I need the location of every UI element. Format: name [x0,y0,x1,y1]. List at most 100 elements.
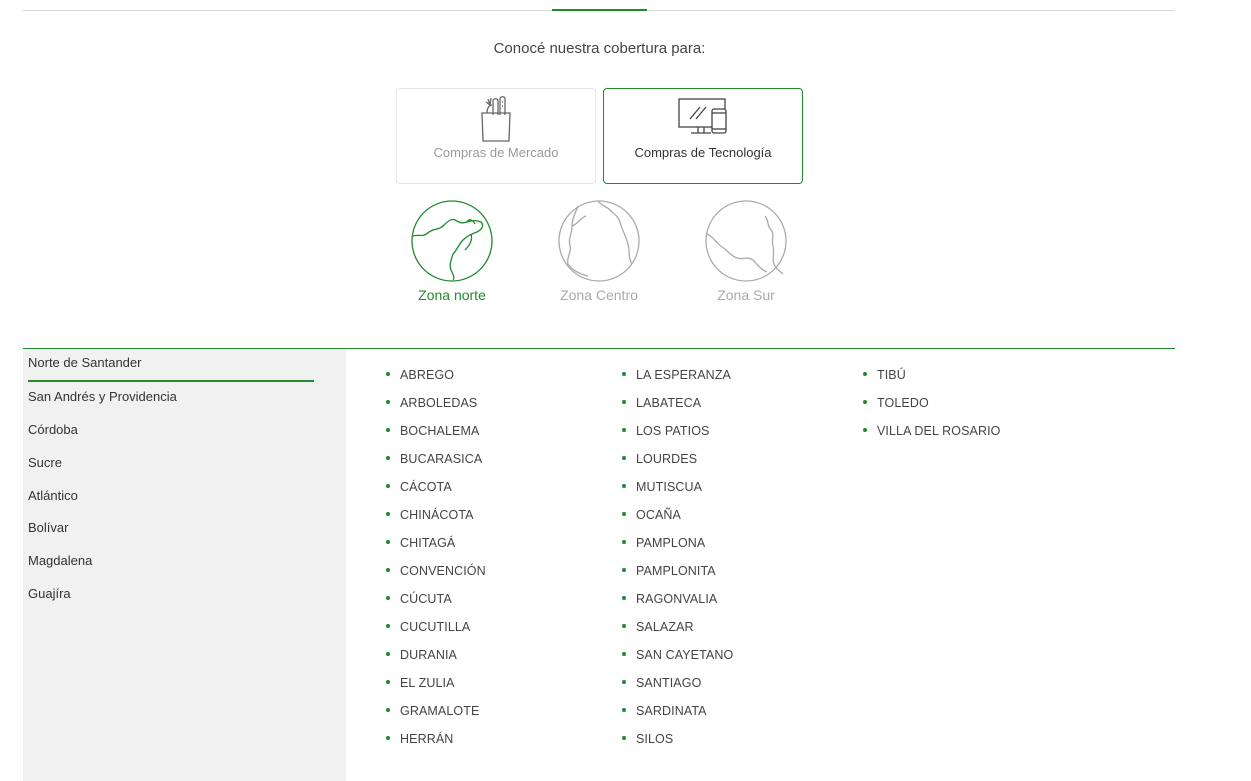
bullet-icon [386,651,390,656]
bullet-icon [622,679,626,684]
municipality-item: LOURDES [622,452,697,466]
zone-center[interactable]: Zona Centro [539,200,659,303]
bullet-icon [386,595,390,600]
zone-label: Zona norte [418,287,486,303]
municipality-name: TIBÚ [877,368,906,382]
municipality-item: RAGONVALIA [622,592,717,606]
municipality-item: VILLA DEL ROSARIO [863,424,1001,438]
municipality-name: BOCHALEMA [400,424,480,438]
department-item-sucre[interactable]: Sucre [28,449,314,482]
bullet-icon [386,399,390,404]
bullet-icon [863,399,867,404]
municipality-item: MUTISCUA [622,480,702,494]
municipality-item: CÁCOTA [386,480,452,494]
municipality-item: SAN CAYETANO [622,648,733,662]
department-item-san-andres[interactable]: San Andrés y Providencia [28,383,314,416]
municipality-item: PAMPLONA [622,536,705,550]
municipality-item: SANTIAGO [622,676,701,690]
municipality-item: TIBÚ [863,368,906,382]
municipality-item: LABATECA [622,396,701,410]
municipality-name: CÚCUTA [400,592,452,606]
municipality-item: OCAÑA [622,508,681,522]
bullet-icon [622,371,626,376]
bullet-icon [622,511,626,516]
municipality-name: ABREGO [400,368,455,382]
municipality-name: CONVENCIÓN [400,564,486,578]
municipality-item: SARDINATA [622,704,707,718]
municipality-name: SARDINATA [636,704,707,718]
department-item-bolivar[interactable]: Bolívar [28,514,314,547]
bullet-icon [386,679,390,684]
bullet-icon [863,427,867,432]
grocery-bag-icon [397,93,595,143]
municipality-item: BOCHALEMA [386,424,479,438]
purchase-type-grocery[interactable]: Compras de Mercado [396,88,596,184]
municipality-item: ARBOLEDAS [386,396,477,410]
bullet-icon [386,427,390,432]
municipality-name: SANTIAGO [636,676,702,690]
municipality-name: LABATECA [636,396,702,410]
municipality-name: EL ZULIA [400,676,455,690]
bullet-icon [386,623,390,628]
department-item-magdalena[interactable]: Magdalena [28,547,314,580]
bullet-icon [863,371,867,376]
bullet-icon [622,595,626,600]
municipality-item: TOLEDO [863,396,929,410]
department-item-cordoba[interactable]: Córdoba [28,416,314,449]
municipality-item: LA ESPERANZA [622,368,731,382]
department-sidebar: Norte de Santander San Andrés y Providen… [23,349,346,781]
municipality-item: CHITAGÁ [386,536,455,550]
computer-phone-icon [604,93,802,143]
purchase-type-label: Compras de Tecnología [634,145,772,160]
municipality-item: ABREGO [386,368,454,382]
map-north-icon [411,200,493,282]
municipality-name: TOLEDO [877,396,929,410]
municipality-name: LOURDES [636,452,698,466]
municipality-name: VILLA DEL ROSARIO [877,424,1001,438]
municipality-name: SALAZAR [636,620,694,634]
municipality-name: SAN CAYETANO [636,648,734,662]
bullet-icon [386,567,390,572]
zone-south[interactable]: Zona Sur [686,200,806,303]
map-south-icon [705,200,787,282]
municipality-name: BUCARASICA [400,452,483,466]
municipality-name: LA ESPERANZA [636,368,731,382]
municipality-item: CUCUTILLA [386,620,470,634]
municipality-name: PAMPLONA [636,536,706,550]
purchase-type-technology[interactable]: Compras de Tecnología [603,88,803,184]
zone-north[interactable]: Zona norte [392,200,512,303]
bullet-icon [622,483,626,488]
department-item-atlantico[interactable]: Atlántico [28,482,314,515]
bullet-icon [622,623,626,628]
bullet-icon [386,539,390,544]
municipality-name: RAGONVALIA [636,592,718,606]
municipality-item: SALAZAR [622,620,694,634]
municipality-item: HERRÁN [386,732,453,746]
municipality-name: GRAMALOTE [400,704,480,718]
purchase-type-label: Compras de Mercado [433,145,559,160]
municipality-item: CÚCUTA [386,592,452,606]
municipality-name: SILOS [636,732,674,746]
municipality-name: CUCUTILLA [400,620,471,634]
zone-label: Zona Centro [560,287,638,303]
municipality-item: PAMPLONITA [622,564,716,578]
municipality-name: MUTISCUA [636,480,703,494]
bullet-icon [386,707,390,712]
municipality-item: EL ZULIA [386,676,455,690]
bullet-icon [622,399,626,404]
municipality-name: PAMPLONITA [636,564,716,578]
department-item-norte-de-santander[interactable]: Norte de Santander [28,349,314,382]
bullet-icon [386,735,390,740]
municipality-name: DURANIA [400,648,457,662]
municipality-item: SILOS [622,732,673,746]
bullet-icon [386,455,390,460]
department-item-guajira[interactable]: Guajíra [28,580,314,613]
zone-label: Zona Sur [717,287,775,303]
municipality-item: GRAMALOTE [386,704,479,718]
municipality-name: LOS PATIOS [636,424,710,438]
municipality-item: BUCARASICA [386,452,482,466]
bullet-icon [622,427,626,432]
municipality-item: LOS PATIOS [622,424,709,438]
bullet-icon [622,707,626,712]
municipality-name: CHITAGÁ [400,536,456,550]
